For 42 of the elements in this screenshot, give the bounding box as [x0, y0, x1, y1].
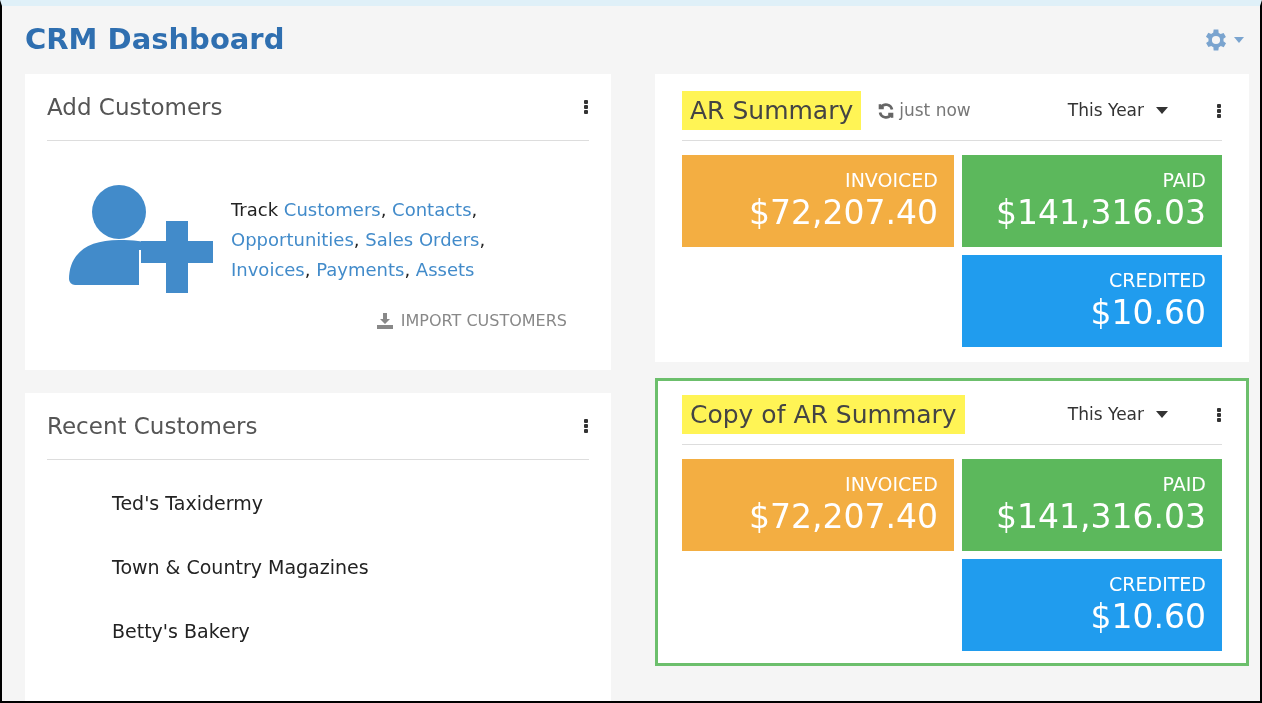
caret-icon: [1156, 411, 1168, 418]
more-options-icon[interactable]: [1216, 405, 1222, 424]
caret-icon: [1156, 107, 1168, 114]
widget-title: AR Summary: [682, 90, 862, 131]
widget-title: Copy of AR Summary: [682, 394, 965, 435]
add-user-icon: [69, 185, 215, 295]
refresh-time: just now: [899, 98, 971, 122]
download-icon: [376, 313, 393, 329]
module-link[interactable]: Assets: [415, 259, 475, 280]
tile-amount: $72,207.40: [749, 496, 938, 538]
refresh-icon[interactable]: [877, 101, 896, 120]
tile-label: CREDITED: [1109, 572, 1206, 597]
module-link[interactable]: Contacts: [392, 199, 472, 220]
more-options-icon[interactable]: [583, 98, 589, 116]
tile-label: INVOICED: [845, 168, 938, 193]
period-dropdown[interactable]: This Year: [1067, 401, 1168, 428]
import-customers-button[interactable]: IMPORT CUSTOMERS: [376, 309, 567, 333]
tile-label: PAID: [1162, 472, 1206, 497]
more-options-icon[interactable]: [583, 417, 589, 435]
page-title: CRM Dashboard: [25, 21, 285, 59]
customer-link[interactable]: Town & Country Magazines: [112, 554, 589, 580]
module-link[interactable]: Payments: [316, 259, 405, 280]
track-description: Track Customers, Contacts, Opportunities, Sales Orders, Invoices, Payments, Assets: [231, 198, 487, 282]
caret-icon: [1234, 37, 1244, 43]
customer-link[interactable]: Betty's Bakery: [112, 618, 589, 644]
more-options-icon[interactable]: [1216, 101, 1222, 120]
module-link[interactable]: Sales Orders: [365, 229, 480, 250]
tile-label: PAID: [1162, 168, 1206, 193]
customer-link[interactable]: Ted's Taxidermy: [112, 490, 589, 516]
card-title: Recent Customers: [47, 411, 258, 441]
period-dropdown[interactable]: This Year: [1067, 97, 1168, 124]
tile-amount: $72,207.40: [749, 192, 938, 234]
tile-amount: $141,316.03: [996, 496, 1206, 538]
module-link[interactable]: Customers: [283, 199, 381, 220]
module-link[interactable]: Opportunities: [231, 229, 354, 250]
tile-amount: $141,316.03: [996, 192, 1206, 234]
module-link[interactable]: Invoices: [231, 259, 305, 280]
tile-amount: $10.60: [1090, 596, 1206, 638]
tile-label: INVOICED: [845, 472, 938, 497]
tile-label: CREDITED: [1109, 268, 1206, 293]
card-title: Add Customers: [47, 92, 223, 122]
tile-amount: $10.60: [1090, 292, 1206, 334]
